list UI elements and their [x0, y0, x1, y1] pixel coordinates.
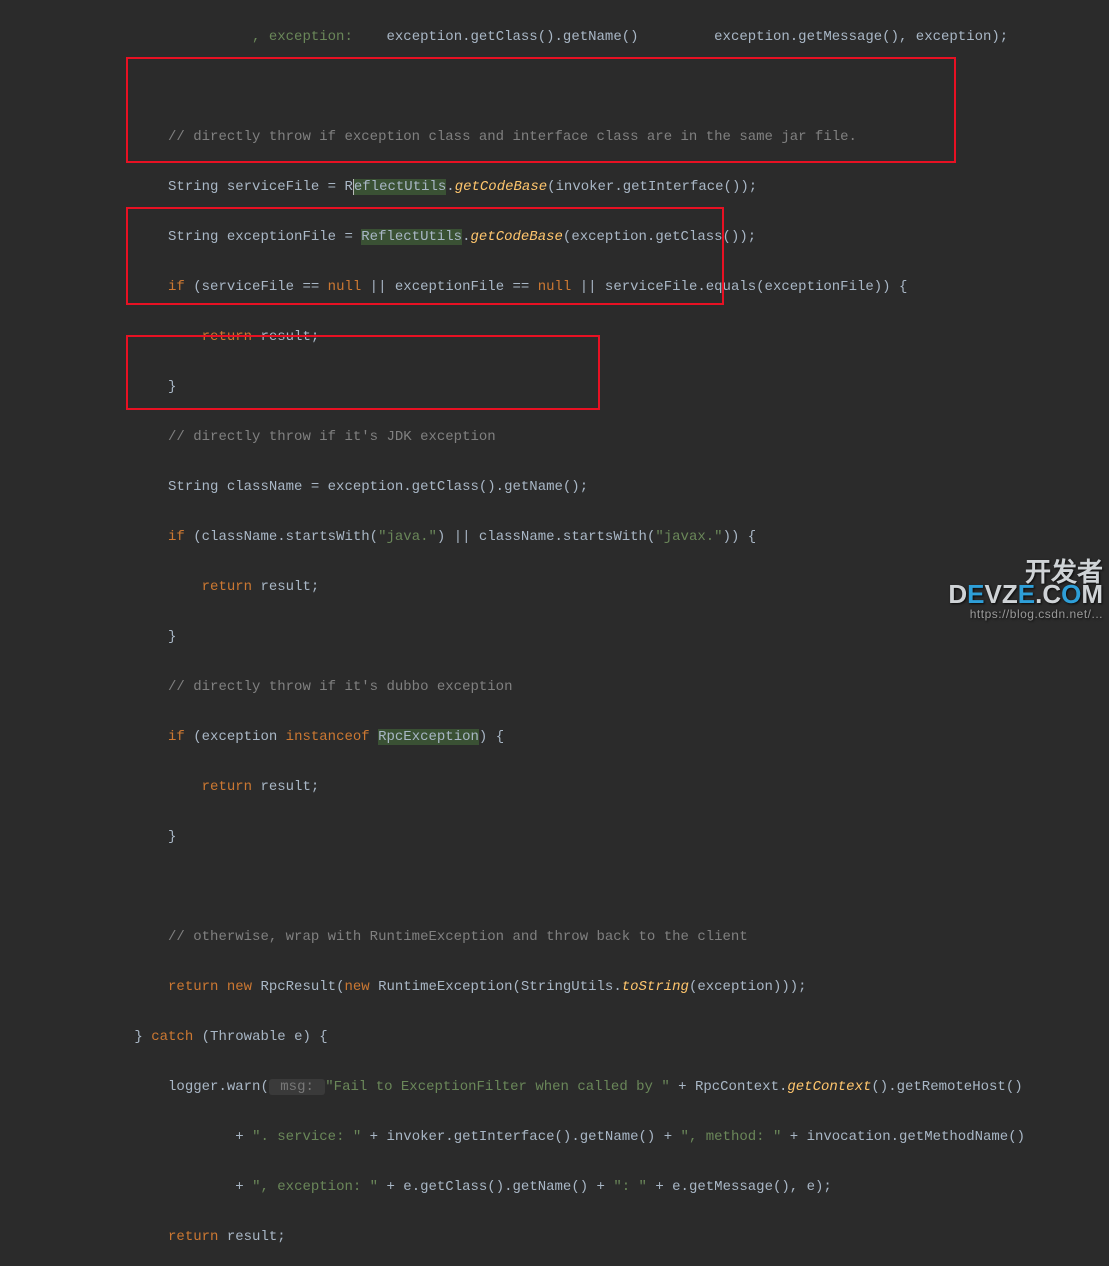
code: + e.getClass().getName() + — [378, 1179, 613, 1195]
string-literal: ", exception: " — [252, 1179, 378, 1195]
keyword: new — [344, 979, 378, 995]
string-literal: ": " — [613, 1179, 647, 1195]
code: result; — [227, 1229, 286, 1245]
code-line: String exceptionFile = ReflectUtils.getC… — [0, 225, 1109, 250]
code-line: if (serviceFile == null || exceptionFile… — [0, 275, 1109, 300]
code: || exceptionFile == — [361, 279, 537, 295]
code: ) || className.startsWith( — [437, 529, 655, 545]
keyword: null — [328, 279, 362, 295]
expr: exception.getClass().getName() — [386, 29, 638, 45]
keyword: if — [168, 279, 193, 295]
code-line: + ". service: " + invoker.getInterface()… — [0, 1125, 1109, 1150]
code: + — [235, 1179, 252, 1195]
code-line: // directly throw if exception class and… — [0, 125, 1109, 150]
code: RpcResult( — [260, 979, 344, 995]
code-editor[interactable]: , exception: exception.getClass().getNam… — [0, 0, 1109, 1266]
code: (exception.getClass()); — [563, 229, 756, 245]
code-line: logger.warn( msg: "Fail to ExceptionFilt… — [0, 1075, 1109, 1100]
code: (exception))); — [689, 979, 807, 995]
method: getCodeBase — [455, 179, 547, 195]
string-literal: "Fail to ExceptionFilter when called by … — [325, 1079, 669, 1095]
code-line: } — [0, 375, 1109, 400]
code-line: // directly throw if it's dubbo exceptio… — [0, 675, 1109, 700]
code: (exception — [193, 729, 285, 745]
code: (serviceFile == — [193, 279, 327, 295]
code-line: return result; — [0, 575, 1109, 600]
code-line: return new RpcResult(new RuntimeExceptio… — [0, 975, 1109, 1000]
comment: // directly throw if it's JDK exception — [168, 429, 496, 445]
code-line: return result; — [0, 325, 1109, 350]
code-line: + ", exception: " + e.getClass().getName… — [0, 1175, 1109, 1200]
keyword: return new — [168, 979, 260, 995]
code-line: return result; — [0, 775, 1109, 800]
code-line: String className = exception.getClass().… — [0, 475, 1109, 500]
keyword: null — [538, 279, 572, 295]
comment: // directly throw if it's dubbo exceptio… — [168, 679, 512, 695]
keyword: return — [202, 329, 261, 345]
classname: flectUtils — [362, 179, 446, 195]
code: result; — [260, 329, 319, 345]
code: + e.getMessage(), e); — [647, 1179, 832, 1195]
param-hint: msg: — [269, 1079, 325, 1095]
string-literal: ". service: " — [252, 1129, 361, 1145]
code: )) { — [723, 529, 757, 545]
classname: ReflectUtils — [361, 229, 462, 245]
expr: exception.getMessage(), exception); — [714, 29, 1008, 45]
code: ().getRemoteHost() — [871, 1079, 1022, 1095]
keyword: catch — [151, 1029, 201, 1045]
method: getCodeBase — [471, 229, 563, 245]
code: String serviceFile = R — [168, 179, 353, 195]
comment: // directly throw if exception class and… — [168, 129, 857, 145]
code: (invoker.getInterface()); — [547, 179, 757, 195]
code: (className.startsWith( — [193, 529, 378, 545]
code-line: , exception: exception.getClass().getNam… — [0, 25, 1109, 50]
brace: } — [134, 1029, 151, 1045]
code-line: } catch (Throwable e) { — [0, 1025, 1109, 1050]
code: String exceptionFile = — [168, 229, 361, 245]
method: toString — [622, 979, 689, 995]
keyword: return — [202, 579, 261, 595]
code-line — [0, 875, 1109, 900]
string-literal: , exception: — [252, 29, 361, 45]
code-line: if (exception instanceof RpcException) { — [0, 725, 1109, 750]
comment: // otherwise, wrap with RuntimeException… — [168, 929, 748, 945]
dot: . — [446, 179, 454, 195]
string-literal: ", method: " — [681, 1129, 782, 1145]
code: RuntimeException(StringUtils. — [378, 979, 622, 995]
code: logger.warn( — [168, 1079, 269, 1095]
keyword: if — [168, 529, 193, 545]
code: (Throwable e) { — [202, 1029, 328, 1045]
code-line: } — [0, 625, 1109, 650]
code-line: // otherwise, wrap with RuntimeException… — [0, 925, 1109, 950]
code: String className = exception.getClass().… — [168, 479, 588, 495]
keyword: instanceof — [286, 729, 378, 745]
code: + — [235, 1129, 252, 1145]
brace: } — [168, 379, 176, 395]
brace: } — [168, 829, 176, 845]
code: result; — [260, 579, 319, 595]
classname: RpcException — [378, 729, 479, 745]
code: ) { — [479, 729, 504, 745]
keyword: return — [202, 779, 261, 795]
keyword: if — [168, 729, 193, 745]
code-line: // directly throw if it's JDK exception — [0, 425, 1109, 450]
code-line: if (className.startsWith("java.") || cla… — [0, 525, 1109, 550]
string-literal: "java." — [378, 529, 437, 545]
method: getContext — [787, 1079, 871, 1095]
code: + RpcContext. — [670, 1079, 788, 1095]
string-literal: "javax." — [655, 529, 722, 545]
keyword: return — [168, 1229, 227, 1245]
code-line: } — [0, 825, 1109, 850]
code-line — [0, 75, 1109, 100]
code: + invocation.getMethodName() — [781, 1129, 1025, 1145]
code-line: return result; — [0, 1225, 1109, 1250]
code: result; — [260, 779, 319, 795]
code: || serviceFile.equals(exceptionFile)) { — [571, 279, 907, 295]
code-line: String serviceFile = ReflectUtils.getCod… — [0, 175, 1109, 200]
code: + invoker.getInterface().getName() + — [361, 1129, 680, 1145]
brace: } — [168, 629, 176, 645]
dot: . — [462, 229, 470, 245]
